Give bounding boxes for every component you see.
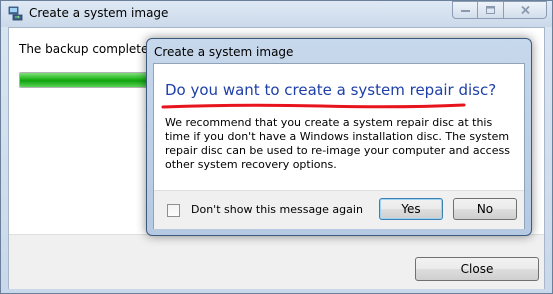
maximize-button[interactable]	[478, 1, 504, 19]
close-window-button[interactable]	[504, 1, 547, 19]
minimize-button[interactable]	[452, 1, 478, 19]
backup-status-text: The backup completed s	[19, 42, 167, 56]
caption-buttons	[452, 1, 547, 19]
window-title: Create a system image	[29, 6, 169, 20]
backup-progress-bar	[19, 72, 159, 88]
no-button[interactable]: No	[453, 198, 517, 220]
red-underline-annotation	[161, 103, 466, 109]
dont-show-again-label[interactable]: Don't show this message again	[191, 203, 363, 216]
main-footer: Close	[9, 234, 544, 289]
close-button[interactable]: Close	[415, 257, 539, 281]
progress-fill	[20, 73, 158, 87]
dialog-body: Do you want to create a system repair di…	[153, 63, 525, 229]
dont-show-again-checkbox[interactable]	[167, 204, 180, 217]
main-titlebar[interactable]: Create a system image	[1, 1, 552, 27]
backup-app-icon	[8, 6, 23, 21]
yes-button[interactable]: Yes	[379, 198, 443, 220]
maximize-icon	[486, 6, 495, 14]
repair-disc-dialog: Create a system image Do you want to cre…	[146, 38, 532, 236]
minimize-icon	[460, 10, 470, 12]
dialog-title: Create a system image	[154, 45, 294, 59]
dialog-heading: Do you want to create a system repair di…	[165, 81, 497, 99]
close-icon	[520, 6, 530, 14]
dialog-message: We recommend that you create a system re…	[165, 116, 510, 171]
dialog-footer: Don't show this message again Yes No	[154, 190, 524, 229]
